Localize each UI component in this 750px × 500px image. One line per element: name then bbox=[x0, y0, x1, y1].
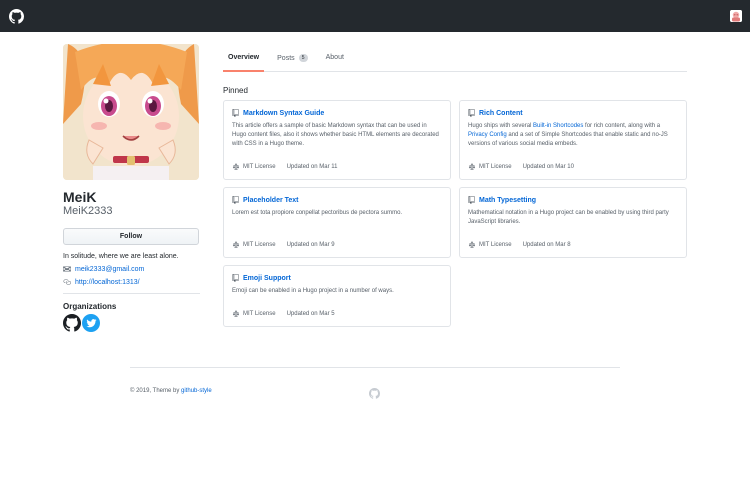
card-title-link[interactable]: Rich Content bbox=[479, 110, 523, 117]
card-desc-text: Hugo ships with several bbox=[468, 123, 534, 129]
card-updated: Updated on Mar 10 bbox=[522, 163, 574, 170]
follow-button[interactable]: Follow bbox=[63, 228, 199, 245]
repo-icon bbox=[232, 196, 239, 204]
github-logo-icon[interactable] bbox=[9, 9, 24, 24]
pinned-card: Math Typesetting Mathematical notation i… bbox=[459, 187, 687, 258]
footer-divider bbox=[130, 367, 620, 368]
repo-icon bbox=[232, 274, 239, 282]
link-icon bbox=[63, 279, 71, 285]
privacy-config-link[interactable]: Privacy Config bbox=[468, 132, 507, 138]
profile-email-row: meik2333@gmail.com bbox=[63, 265, 200, 273]
twitter-org-icon[interactable] bbox=[82, 314, 100, 332]
mail-icon bbox=[63, 266, 71, 272]
card-meta: MIT License Updated on Mar 10 bbox=[468, 163, 574, 170]
tab-about[interactable]: About bbox=[321, 44, 349, 72]
card-meta: MIT License Updated on Mar 5 bbox=[232, 310, 335, 317]
github-org-icon[interactable] bbox=[63, 314, 81, 332]
card-description: Emoji can be enabled in a Hugo project i… bbox=[232, 288, 394, 294]
card-license: MIT License bbox=[243, 163, 276, 170]
card-description: Lorem est tota propiore conpellat pector… bbox=[232, 210, 403, 216]
builtin-shortcodes-link[interactable]: Built-in Shortcodes bbox=[533, 123, 583, 129]
card-updated: Updated on Mar 9 bbox=[286, 241, 335, 248]
card-license: MIT License bbox=[243, 310, 276, 317]
tab-overview[interactable]: Overview bbox=[223, 44, 265, 72]
card-meta: MIT License Updated on Mar 11 bbox=[232, 163, 338, 170]
card-description: Hugo ships with several Built-in Shortco… bbox=[468, 122, 678, 149]
card-description: Mathematical notation in a Hugo project … bbox=[468, 210, 669, 225]
card-license: MIT License bbox=[479, 163, 512, 170]
card-meta: MIT License Updated on Mar 9 bbox=[232, 241, 335, 248]
profile-sidebar: MeiK MeiK2333 Follow In solitude, where … bbox=[63, 44, 200, 332]
pinned-card: Markdown Syntax Guide This article offer… bbox=[223, 100, 451, 180]
license-icon bbox=[468, 163, 476, 170]
license-icon bbox=[232, 241, 240, 248]
profile-tabs: Overview Posts 5 About bbox=[223, 44, 687, 72]
card-updated: Updated on Mar 11 bbox=[286, 163, 338, 170]
organizations-title: Organizations bbox=[63, 302, 117, 311]
card-updated: Updated on Mar 5 bbox=[286, 310, 335, 317]
user-avatar-icon[interactable] bbox=[730, 10, 742, 22]
profile-bio: In solitude, where we are least alone. bbox=[63, 253, 179, 260]
top-header bbox=[0, 0, 750, 32]
pinned-heading: Pinned bbox=[223, 86, 248, 95]
card-title-link[interactable]: Emoji Support bbox=[243, 275, 291, 282]
tab-posts-label: Posts bbox=[277, 55, 295, 62]
profile-website-link[interactable]: http://localhost:1313/ bbox=[75, 279, 140, 286]
profile-website-row: http://localhost:1313/ bbox=[63, 278, 200, 286]
tab-overview-label: Overview bbox=[228, 54, 260, 61]
card-meta: MIT License Updated on Mar 8 bbox=[468, 241, 571, 248]
posts-count-badge: 5 bbox=[298, 54, 308, 62]
profile-email-link[interactable]: meik2333@gmail.com bbox=[75, 266, 144, 273]
license-icon bbox=[232, 163, 240, 170]
card-updated: Updated on Mar 8 bbox=[522, 241, 571, 248]
card-title-link[interactable]: Math Typesetting bbox=[479, 197, 536, 204]
footer-text: © 2019, Theme by bbox=[130, 388, 182, 394]
tab-posts[interactable]: Posts 5 bbox=[272, 44, 312, 72]
profile-login: MeiK2333 bbox=[63, 205, 113, 217]
footer-theme-link[interactable]: github-style bbox=[181, 388, 212, 394]
organizations-list bbox=[63, 314, 200, 332]
footer-copyright: © 2019, Theme by github-style bbox=[130, 388, 212, 394]
tab-about-label: About bbox=[325, 54, 344, 61]
profile-avatar bbox=[63, 44, 199, 180]
card-desc-text: for rich content, along with a bbox=[583, 123, 661, 129]
pinned-card: Rich Content Hugo ships with several Bui… bbox=[459, 100, 687, 180]
card-license: MIT License bbox=[243, 241, 276, 248]
card-title-link[interactable]: Markdown Syntax Guide bbox=[243, 110, 324, 117]
card-license: MIT License bbox=[479, 241, 512, 248]
github-logo-icon[interactable] bbox=[369, 388, 380, 399]
card-description: This article offers a sample of basic Ma… bbox=[232, 123, 439, 147]
repo-icon bbox=[232, 109, 239, 117]
license-icon bbox=[468, 241, 476, 248]
card-title-link[interactable]: Placeholder Text bbox=[243, 197, 299, 204]
repo-icon bbox=[468, 196, 475, 204]
profile-name: MeiK bbox=[63, 189, 97, 205]
repo-icon bbox=[468, 109, 475, 117]
sidebar-divider bbox=[63, 293, 200, 294]
pinned-card: Emoji Support Emoji can be enabled in a … bbox=[223, 265, 451, 327]
license-icon bbox=[232, 310, 240, 317]
pinned-card: Placeholder Text Lorem est tota propiore… bbox=[223, 187, 451, 258]
